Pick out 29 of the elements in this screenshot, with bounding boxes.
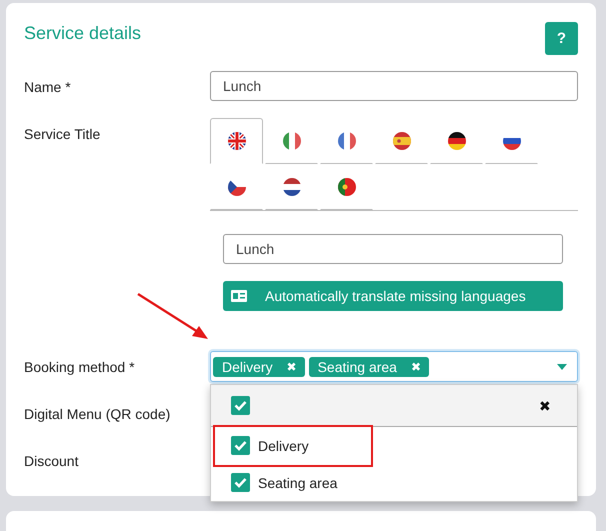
flag-icon (282, 178, 300, 196)
field-label: Name * (24, 78, 72, 97)
title-input[interactable]: Lunch (223, 234, 563, 264)
option-checkbox[interactable] (231, 473, 250, 492)
field-label: Service Title (24, 125, 102, 144)
field-label: Booking method * (24, 358, 136, 377)
select-all-checkbox[interactable] (231, 396, 250, 415)
flag-icon (282, 132, 300, 150)
check-icon (234, 400, 247, 411)
flag-icon (448, 132, 466, 150)
selected-tag: Seating area ✖ (308, 356, 429, 376)
check-icon (234, 477, 247, 488)
flag-icon (228, 132, 246, 150)
translate-icon (231, 290, 247, 302)
field-label: Discount (24, 452, 80, 469)
selected-tag: Delivery ✖ (213, 356, 305, 376)
flag-icon (228, 178, 246, 196)
clear-button[interactable]: ✖ (539, 398, 551, 414)
name-input[interactable]: Lunch (210, 71, 578, 101)
field-label: Digital Menu (QR code) (24, 405, 172, 422)
flag-icon (338, 132, 356, 150)
flag-icon (338, 178, 356, 196)
option-checkbox[interactable] (231, 436, 250, 455)
card-title: Service details (24, 22, 142, 44)
flag-icon (392, 132, 410, 150)
caret-icon (557, 364, 567, 370)
option-label[interactable]: Seating area (258, 474, 338, 490)
check-icon (234, 440, 247, 451)
option-label[interactable]: Delivery (258, 438, 309, 454)
